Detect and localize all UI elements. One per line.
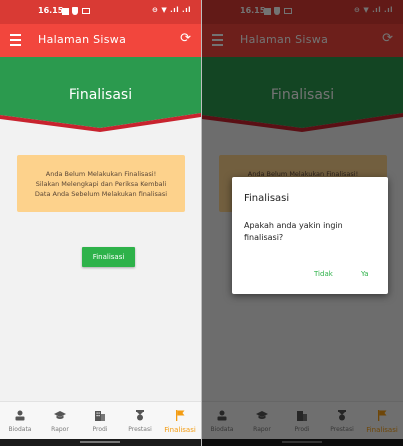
notice-line: Silakan Melengkapi dan Periksa Kembali bbox=[35, 180, 167, 188]
status-bar: 16.15 ⊖ ▼ .ıl .ıl bbox=[0, 0, 201, 24]
nav-prestasi[interactable]: Prestasi bbox=[120, 402, 160, 440]
dialog-message: Apakah anda yakin ingin finalisasi? bbox=[244, 221, 343, 242]
notification-icon bbox=[62, 8, 69, 15]
graduation-cap-icon bbox=[54, 410, 66, 421]
medal-icon bbox=[134, 410, 146, 421]
nav-label: Finalisasi bbox=[164, 426, 196, 434]
nav-label: Biodata bbox=[8, 426, 32, 433]
cast-icon bbox=[82, 8, 90, 14]
app-bar: Halaman Siswa ⟳ bbox=[0, 24, 201, 57]
shield-icon bbox=[72, 7, 78, 15]
nav-prodi[interactable]: Prodi bbox=[80, 402, 120, 440]
dialog-confirm-button[interactable]: Ya bbox=[361, 270, 369, 278]
notice-line: Data Anda Sebelum Melakukan finalisasi bbox=[34, 190, 168, 198]
flag-icon bbox=[174, 410, 186, 421]
screen-main: 16.15 ⊖ ▼ .ıl .ıl Halaman Siswa ⟳ Finali… bbox=[0, 0, 201, 446]
notice-line: Anda Belum Melakukan Finalisasi! bbox=[45, 170, 157, 178]
nav-finalisasi[interactable]: Finalisasi bbox=[160, 402, 200, 440]
menu-icon[interactable] bbox=[10, 34, 21, 46]
bottom-navigation: Biodata Rapor Prodi Prestasi Finalisasi bbox=[0, 401, 201, 439]
nav-label: Prestasi bbox=[128, 426, 152, 433]
nav-rapor[interactable]: Rapor bbox=[40, 402, 80, 440]
dialog-title: Finalisasi bbox=[244, 193, 290, 204]
status-time: 16.15 bbox=[38, 6, 64, 15]
page-title: Finalisasi bbox=[68, 87, 133, 103]
hero-banner: Finalisasi bbox=[0, 57, 201, 137]
warning-notice: Anda Belum Melakukan Finalisasi! Silakan… bbox=[17, 155, 185, 212]
building-icon bbox=[94, 410, 106, 421]
screen-dialog: 16.15 ⊖ ▼ .ıl .ıl Halaman Siswa ⟳ Finali… bbox=[202, 0, 403, 446]
nav-biodata[interactable]: Biodata bbox=[0, 402, 40, 440]
refresh-icon[interactable]: ⟳ bbox=[180, 31, 191, 46]
nav-label: Rapor bbox=[51, 426, 69, 433]
person-icon bbox=[14, 410, 26, 421]
confirm-dialog: Finalisasi Apakah anda yakin ingin final… bbox=[232, 177, 388, 294]
app-title: Halaman Siswa bbox=[38, 33, 127, 46]
nav-label: Prodi bbox=[92, 426, 108, 433]
system-nav-bar bbox=[0, 439, 201, 446]
dialog-cancel-button[interactable]: Tidak bbox=[314, 270, 333, 278]
finalize-button[interactable]: Finalisasi bbox=[82, 247, 135, 267]
system-icons: ⊖ ▼ .ıl .ıl bbox=[152, 6, 191, 14]
